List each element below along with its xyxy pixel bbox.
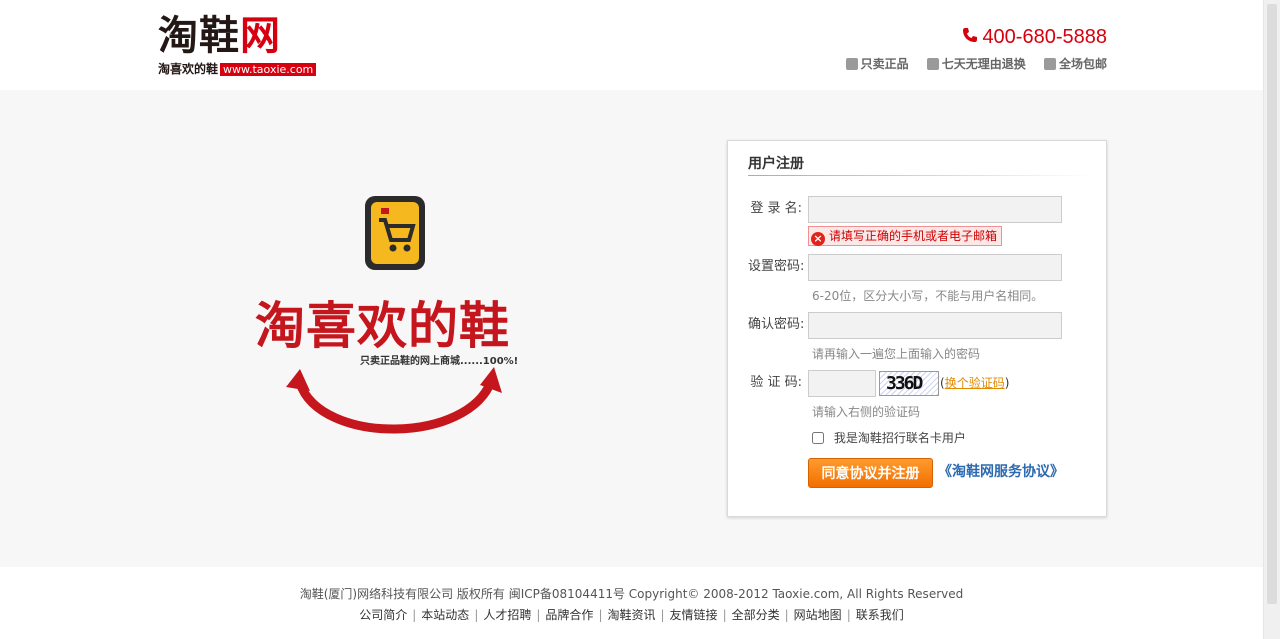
page-scrollbar[interactable] [1263, 0, 1280, 639]
service-promises: 只卖正品 七天无理由退换 全场包邮 [832, 55, 1107, 72]
footer-link-news[interactable]: 本站动态 [421, 608, 469, 622]
promo-graphic: 淘喜欢的鞋 只卖正品鞋的网上商城......100%! [250, 190, 540, 450]
genuine-icon [845, 58, 858, 70]
hotline-number: 400-680-5888 [982, 26, 1107, 48]
footer-link-jobs[interactable]: 人才招聘 [483, 608, 531, 622]
register-panel: 用户注册 登 录 名: × 请填写正确的手机或者电子邮箱 设置密码: 6-20位，… [727, 140, 1107, 517]
captcha-hint: 请输入右侧的验证码 [812, 405, 921, 419]
password-label: 设置密码: [748, 259, 805, 274]
error-icon: × [811, 232, 825, 246]
username-label: 登 录 名: [750, 201, 802, 216]
footer-link-categories[interactable]: 全部分类 [732, 608, 780, 622]
title-divider [748, 175, 1094, 176]
member-card-option: 我是淘鞋招行联名卡用户 [812, 429, 966, 446]
register-submit-button[interactable]: 同意协议并注册 [808, 458, 933, 488]
captcha-image[interactable]: 336D [879, 371, 939, 396]
register-title: 用户注册 [748, 156, 804, 172]
truck-icon [1043, 58, 1056, 70]
footer-link-friends[interactable]: 友情链接 [670, 608, 718, 622]
footer-link-contact[interactable]: 联系我们 [856, 608, 904, 622]
confirm-hint: 请再输入一遍您上面输入的密码 [812, 347, 981, 361]
password-hint: 6-20位，区分大小写，不能与用户名相同。 [812, 289, 1044, 303]
captcha-label: 验 证 码: [750, 375, 802, 390]
site-header: 淘鞋网 淘喜欢的鞋 www.taoxie.com 400-680-5888 只卖正… [0, 0, 1263, 90]
promise-free-shipping: 全场包邮 [1043, 57, 1107, 71]
scrollbar-thumb[interactable] [1267, 4, 1277, 604]
confirm-label: 确认密码: [748, 317, 805, 332]
site-footer: 淘鞋(厦门)网络科技有限公司 版权所有 闽ICP备08104411号 Copyr… [0, 567, 1263, 639]
footer-link-brand[interactable]: 品牌合作 [545, 608, 593, 622]
username-input[interactable] [808, 196, 1062, 223]
return-icon [926, 58, 939, 70]
promise-genuine: 只卖正品 [845, 57, 909, 71]
shopping-cart-icon [365, 196, 425, 270]
captcha-input[interactable] [808, 370, 876, 397]
change-captcha: (换个验证码) [940, 376, 1010, 390]
member-card-checkbox[interactable] [812, 432, 824, 444]
member-card-label: 我是淘鞋招行联名卡用户 [833, 431, 966, 445]
logo-mark: 淘鞋网 [158, 13, 281, 59]
copyright: 淘鞋(厦门)网络科技有限公司 版权所有 闽ICP备08104411号 Copyr… [299, 587, 964, 601]
footer-link-sitemap[interactable]: 网站地图 [794, 608, 842, 622]
footer-link-about[interactable]: 公司简介 [359, 608, 407, 622]
logo-subtitle: 淘喜欢的鞋 www.taoxie.com [158, 60, 317, 77]
phone-icon [963, 28, 978, 42]
promo-slogan: 淘喜欢的鞋 [255, 296, 510, 355]
password-input[interactable] [808, 254, 1062, 281]
logo-url: www.taoxie.com [220, 63, 317, 76]
footer-links: 公司简介 | 本站动态 | 人才招聘 | 品牌合作 | 淘鞋资讯 | 友情链接 | 全部分类 | 网站地图 |… [359, 608, 904, 622]
service-agreement-link[interactable]: 《淘鞋网服务协议》 [938, 457, 1064, 487]
main-band: 淘喜欢的鞋 只卖正品鞋的网上商城......100%! 用户注册 登 录 名: … [0, 90, 1263, 567]
hotline: 400-680-5888 [962, 26, 1107, 49]
username-error: × 请填写正确的手机或者电子邮箱 [808, 226, 1003, 246]
promise-return: 七天无理由退换 [926, 57, 1026, 71]
smile-arrow-icon [286, 367, 502, 434]
confirm-password-input[interactable] [808, 312, 1062, 339]
site-logo[interactable]: 淘鞋网 淘喜欢的鞋 www.taoxie.com [158, 14, 330, 76]
change-captcha-link[interactable]: 换个验证码 [945, 376, 1005, 390]
footer-link-info[interactable]: 淘鞋资讯 [607, 608, 655, 622]
